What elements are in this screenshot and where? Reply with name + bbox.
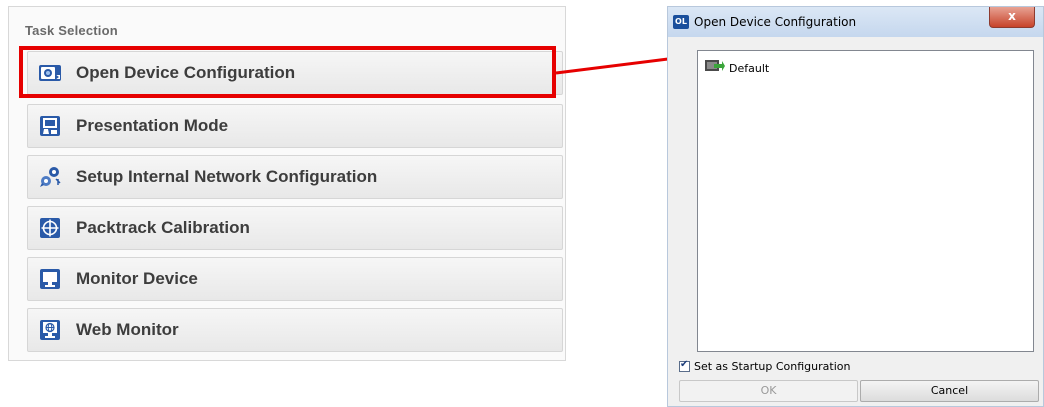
task-item-label: Monitor Device <box>76 269 198 288</box>
web-monitor-icon <box>38 318 62 342</box>
app-logo-icon: OL <box>673 15 689 29</box>
monitor-device-button[interactable]: Monitor Device <box>27 257 563 301</box>
open-device-configuration-button[interactable]: Open Device Configuration <box>27 51 563 95</box>
list-item[interactable]: Default <box>705 58 769 79</box>
dialog-title: Open Device Configuration <box>694 15 857 29</box>
list-item-label: Default <box>729 62 770 75</box>
task-item-label: Web Monitor <box>76 320 179 339</box>
dialog-titlebar[interactable]: OL Open Device Configuration x <box>668 7 1043 37</box>
presentation-mode-button[interactable]: Presentation Mode <box>27 104 563 148</box>
ok-button[interactable]: OK <box>679 380 858 402</box>
monitor-icon <box>38 267 62 291</box>
startup-checkbox-row: Set as Startup Configuration <box>679 359 850 373</box>
setup-internal-network-button[interactable]: Setup Internal Network Configuration <box>27 155 563 199</box>
task-item-label: Setup Internal Network Configuration <box>76 167 378 186</box>
startup-checkbox[interactable] <box>679 359 690 372</box>
network-icon <box>38 165 62 189</box>
task-item-label: Presentation Mode <box>76 116 229 135</box>
configuration-list[interactable]: Default <box>697 50 1034 352</box>
crosshair-icon <box>38 216 62 240</box>
task-item-label: Packtrack Calibration <box>76 218 250 237</box>
presentation-icon <box>38 114 62 138</box>
task-selection-panel: Task Selection Open Device Configuration <box>8 6 566 361</box>
packtrack-calibration-button[interactable]: Packtrack Calibration <box>27 206 563 250</box>
open-device-configuration-dialog: OL Open Device Configuration x Default S… <box>667 6 1044 407</box>
task-selection-header: Task Selection <box>25 23 118 38</box>
close-button[interactable]: x <box>989 7 1035 28</box>
configuration-icon <box>705 58 725 79</box>
open-device-icon <box>38 61 62 85</box>
startup-checkbox-label[interactable]: Set as Startup Configuration <box>694 360 850 373</box>
web-monitor-button[interactable]: Web Monitor <box>27 308 563 352</box>
cancel-button[interactable]: Cancel <box>860 380 1039 402</box>
task-item-label: Open Device Configuration <box>76 63 296 82</box>
